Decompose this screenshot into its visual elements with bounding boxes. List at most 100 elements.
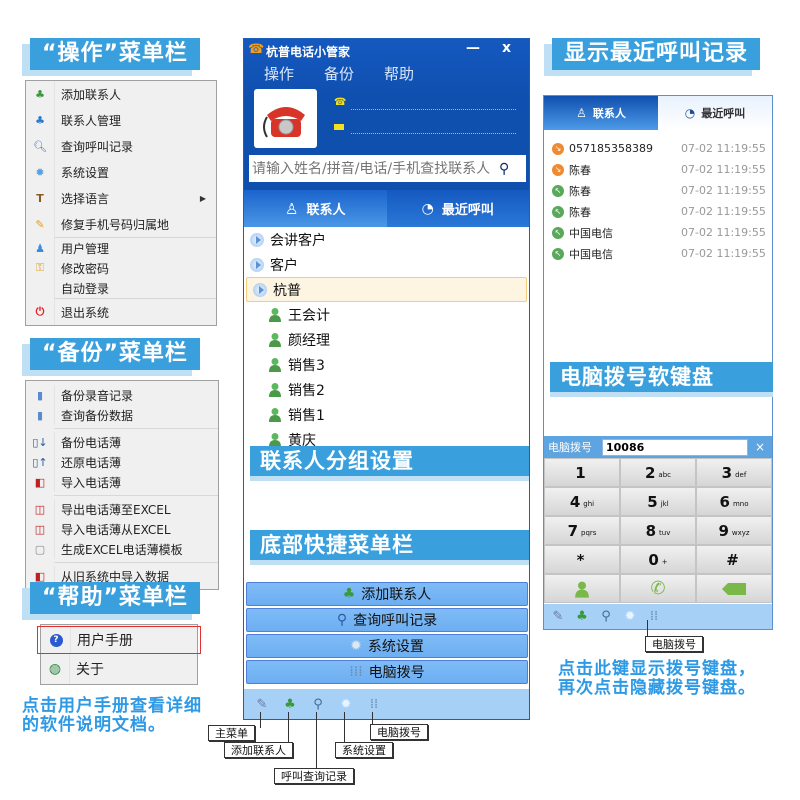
gear-icon[interactable]: ✹	[622, 609, 638, 625]
menu-help[interactable]: 帮助	[384, 63, 414, 84]
menu-item-user-manage[interactable]: ♟ 用户管理	[26, 238, 216, 258]
key-8[interactable]: 8 tuv	[620, 516, 696, 545]
menu-item-import-excel[interactable]: ◫ 导入电话薄从EXCEL	[26, 519, 218, 539]
menu-item-search-calls[interactable]: 🔍︎ 查询呼叫记录	[26, 133, 216, 159]
key-7[interactable]: 7 pqrs	[544, 516, 620, 545]
close-button[interactable]: x	[502, 40, 511, 56]
group-item[interactable]: 会讲客户	[244, 227, 529, 252]
window-title: 杭普电话小管家	[266, 45, 351, 59]
main-menu-icon[interactable]: ✎	[550, 609, 566, 625]
operate-menu-banner: “操作”菜单栏	[30, 38, 200, 70]
key-9[interactable]: 9 wxyz	[696, 516, 772, 545]
template-icon: ▢	[34, 542, 46, 556]
add-contact-icon: ♣	[35, 87, 45, 101]
contact-item[interactable]: 销售2	[244, 377, 529, 402]
menu-separator	[54, 562, 218, 563]
menu-item-backup-recordings[interactable]: ▮ 备份录音记录	[26, 385, 218, 405]
add-contact-icon[interactable]: ♣	[282, 696, 298, 712]
call-key[interactable]: ✆	[620, 574, 696, 603]
search-icon[interactable]: ⚲	[499, 161, 509, 177]
key-letters: mno	[732, 499, 749, 508]
quick-search-calls-button[interactable]: ⚲ 查询呼叫记录	[246, 608, 528, 632]
app-window: ☎ 杭普电话小管家 — x 操作 备份 帮助 ☎ ⚲ ♙联系人 ◔最近呼叫 会讲…	[243, 38, 530, 720]
search-icon[interactable]: ⚲	[598, 609, 614, 625]
dialpad-icon[interactable]: ⁞⁞	[646, 609, 662, 625]
contacts-manage-icon: ♣	[35, 113, 45, 127]
contact-item[interactable]: 销售1	[244, 402, 529, 427]
menu-item-query-backup[interactable]: ▮ 查询备份数据	[26, 405, 218, 425]
key-2[interactable]: 2 abc	[620, 458, 696, 487]
query-backup-icon: ▮	[36, 408, 44, 422]
call-name: 057185358389	[569, 142, 653, 155]
menu-item-contacts-manage[interactable]: ♣ 联系人管理	[26, 107, 216, 133]
call-record-row[interactable]: ↘ 057185358389 07-02 11:19:55	[544, 138, 772, 159]
tab-recent-calls[interactable]: ◔ 最近呼叫	[386, 190, 529, 227]
add-contact-icon: ♣	[342, 586, 356, 602]
key-1[interactable]: 1	[544, 458, 620, 487]
search-input[interactable]	[249, 160, 499, 177]
minimize-button[interactable]: —	[466, 40, 480, 56]
key-0[interactable]: 0 +	[620, 545, 696, 574]
key-5[interactable]: 5 jkl	[620, 487, 696, 516]
globe-icon: ◍	[48, 661, 62, 677]
quick-dialer-button[interactable]: ⁞⁞⁞ 电脑拨号	[246, 660, 528, 684]
call-name: 中国电信	[569, 247, 613, 261]
menu-item-import-phonebook[interactable]: ◧ 导入电话薄	[26, 472, 218, 492]
user-icon: ♟	[35, 241, 45, 255]
dialpad-icon[interactable]: ⁞⁞	[366, 696, 382, 712]
person-icon	[269, 358, 281, 372]
tab-contacts[interactable]: ♙ 联系人	[244, 190, 387, 227]
menu-item-language[interactable]: T 选择语言 ▶	[26, 185, 216, 211]
menu-backup[interactable]: 备份	[324, 63, 354, 84]
call-record-row[interactable]: ↖ 中国电信 07-02 11:19:55	[544, 222, 772, 243]
contact-item[interactable]: 销售3	[244, 352, 529, 377]
dialer-close-button[interactable]: ×	[748, 440, 772, 454]
key-star[interactable]: *	[544, 545, 620, 574]
menu-item-excel-template[interactable]: ▢ 生成EXCEL电话薄模板	[26, 539, 218, 559]
menu-item-add-contact[interactable]: ♣ 添加联系人	[26, 81, 216, 107]
tab-contacts[interactable]: ♙ 联系人	[544, 96, 658, 130]
import-phonebook-icon: ◧	[34, 475, 46, 489]
menu-operate[interactable]: 操作	[264, 63, 294, 84]
key-4[interactable]: 4 ghi	[544, 487, 620, 516]
contact-item[interactable]: 王会计	[244, 302, 529, 327]
menu-item-backup-phonebook[interactable]: ▯↓ 备份电话薄	[26, 432, 218, 452]
menu-item-settings[interactable]: ✹ 系统设置	[26, 159, 216, 185]
group-item[interactable]: 客户	[244, 252, 529, 277]
backup-menu: ▮ 备份录音记录 ▮ 查询备份数据 ▯↓ 备份电话薄 ▯↑ 还原电话薄 ◧ 导入电话薄 ◫…	[25, 380, 219, 590]
gear-icon[interactable]: ✹	[338, 696, 354, 712]
menu-item-user-manual[interactable]: ? 用户手册	[37, 626, 201, 654]
key-hash[interactable]: #	[696, 545, 772, 574]
group-item-selected[interactable]: 杭普	[246, 277, 527, 302]
key-digit: 2	[644, 463, 656, 482]
call-record-row[interactable]: ↘ 陈春 07-02 11:19:55	[544, 159, 772, 180]
callout-add-contact: 添加联系人	[224, 742, 293, 758]
red-phone-icon	[262, 106, 305, 138]
language-icon: T	[36, 191, 44, 205]
outgoing-call-icon: ↖	[552, 226, 564, 239]
key-digit: 3	[721, 463, 733, 482]
menu-item-restore-phonebook[interactable]: ▯↑ 还原电话薄	[26, 452, 218, 472]
key-3[interactable]: 3 def	[696, 458, 772, 487]
quick-settings-button[interactable]: ✹ 系统设置	[246, 634, 528, 658]
backspace-key[interactable]	[696, 574, 772, 603]
menu-item-exit[interactable]: ⏻ 退出系统	[26, 299, 216, 325]
menu-item-about[interactable]: ◍ 关于	[41, 654, 197, 684]
quick-add-contact-button[interactable]: ♣ 添加联系人	[246, 582, 528, 606]
menu-item-repair-location[interactable]: ✎ 修复手机号码归属地	[26, 211, 216, 237]
add-contact-icon[interactable]: ♣	[574, 609, 590, 625]
search-icon[interactable]: ⚲	[310, 696, 326, 712]
contacts-key[interactable]	[544, 574, 620, 603]
call-record-row[interactable]: ↖ 中国电信 07-02 11:19:55	[544, 243, 772, 264]
call-record-row[interactable]: ↖ 陈春 07-02 11:19:55	[544, 180, 772, 201]
dial-number-input[interactable]	[602, 438, 748, 456]
menu-item-export-excel[interactable]: ◫ 导出电话薄至EXCEL	[26, 499, 218, 519]
main-menu-icon[interactable]: ✎	[254, 696, 270, 712]
contact-item[interactable]: 颜经理	[244, 327, 529, 352]
key-6[interactable]: 6 mno	[696, 487, 772, 516]
menu-item-auto-login[interactable]: 自动登录	[26, 278, 216, 298]
menu-item-change-password[interactable]: ⚿ 修改密码	[26, 258, 216, 278]
tab-recent-calls[interactable]: ◔ 最近呼叫	[658, 96, 772, 130]
mobile-number-field	[351, 133, 516, 134]
call-record-row[interactable]: ↖ 陈春 07-02 11:19:55	[544, 201, 772, 222]
